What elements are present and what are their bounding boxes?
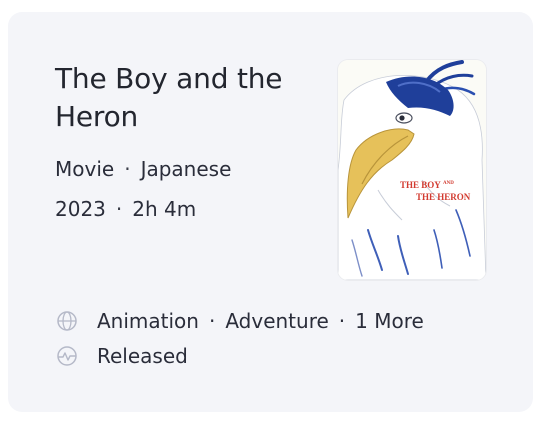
media-year-runtime: 2023 · 2h 4m [55, 196, 196, 222]
separator-dot: · [208, 309, 216, 333]
status-row: Released [55, 343, 188, 369]
globe-icon [55, 309, 79, 333]
genre-item[interactable]: Adventure [225, 308, 328, 334]
genres-row: Animation · Adventure · 1 More [55, 308, 424, 334]
media-type: Movie [55, 157, 115, 181]
separator-dot: · [338, 309, 346, 333]
media-type-language: Movie · Japanese [55, 156, 231, 182]
media-title[interactable]: The Boy and the Heron [55, 60, 335, 136]
separator-dot: · [124, 157, 131, 181]
poster-title-and: AND [443, 181, 454, 186]
media-card[interactable]: The Boy and the Heron Movie · Japanese 202… [8, 12, 533, 412]
media-year: 2023 [55, 197, 106, 221]
genre-item[interactable]: Animation [97, 308, 199, 334]
activity-icon [55, 344, 79, 368]
separator-dot: · [115, 197, 123, 221]
poster-title-line2: THE HERON [416, 192, 471, 202]
more-genres-link[interactable]: 1 More [355, 308, 424, 334]
media-runtime: 2h 4m [132, 197, 197, 221]
poster-image[interactable]: THE BOY AND THE HERON [338, 60, 486, 280]
poster-title-line1: THE BOY [400, 180, 441, 190]
media-language: Japanese [140, 157, 232, 181]
release-status: Released [97, 344, 188, 368]
